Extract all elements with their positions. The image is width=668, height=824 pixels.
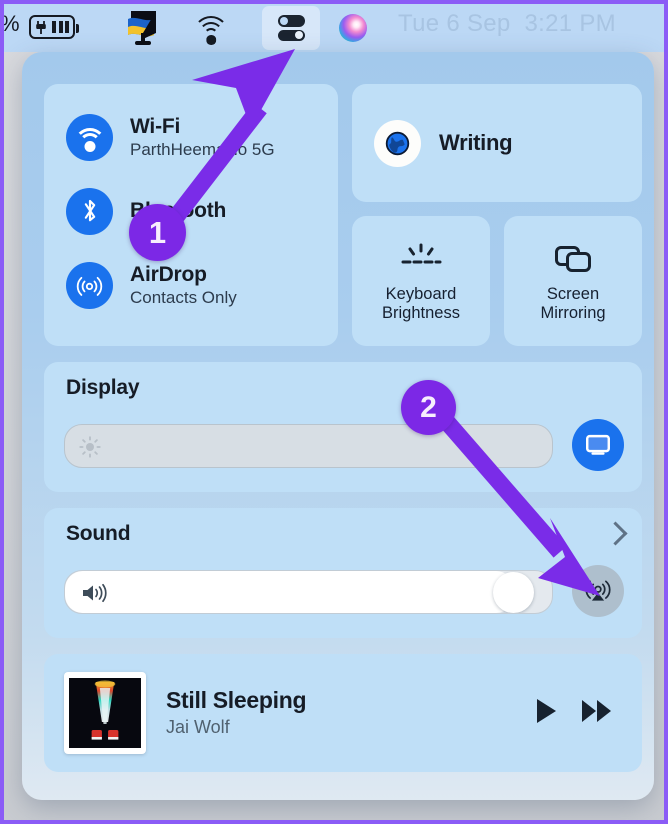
- airdrop-label: AirDrop: [130, 262, 207, 286]
- wifi-icon[interactable]: [66, 113, 113, 161]
- screen-mirroring-tile[interactable]: Screen Mirroring: [504, 216, 642, 346]
- menu-bar: % Tue 6 Sep 3:21 PM: [4, 4, 664, 52]
- badge-number: 1: [148, 214, 167, 250]
- ukraine-flag-display-icon[interactable]: [122, 8, 164, 48]
- battery-percent-text: %: [0, 11, 20, 36]
- brightness-sun-icon: [79, 436, 101, 458]
- album-artwork[interactable]: JAI WOLF: [64, 672, 146, 754]
- keyboard-brightness-icon: [398, 239, 444, 279]
- sound-output-button[interactable]: [572, 565, 624, 617]
- siri-orb-icon[interactable]: [338, 13, 368, 43]
- now-playing-artist: Jai Wolf: [166, 717, 230, 738]
- control-center-toggles-icon[interactable]: [262, 6, 320, 50]
- screen-mirroring-label: Screen Mirroring: [540, 285, 605, 323]
- chevron-right-icon[interactable]: [603, 521, 628, 546]
- sound-slider-knob[interactable]: [493, 572, 535, 613]
- display-brightness-slider[interactable]: [64, 424, 553, 468]
- display-mirroring-button[interactable]: [572, 419, 624, 471]
- annotation-badge-1: 1: [129, 204, 186, 261]
- display-card: Display: [44, 362, 642, 492]
- sound-card: Sound: [44, 508, 642, 638]
- focus-label: Writing: [439, 130, 513, 155]
- sound-volume-slider[interactable]: [64, 570, 553, 614]
- bluetooth-icon[interactable]: [66, 187, 113, 235]
- play-button[interactable]: [534, 697, 558, 730]
- plug-glyph: [35, 21, 47, 34]
- now-playing-title: Still Sleeping: [166, 687, 307, 714]
- airdrop-status: Contacts Only: [130, 287, 237, 307]
- fast-forward-icon: [582, 699, 611, 722]
- speaker-volume-icon: [81, 583, 111, 603]
- tile-label-line2: Mirroring: [540, 304, 606, 322]
- play-icon: [537, 698, 556, 723]
- connectivity-row-bluetooth[interactable]: Bluetooth: [44, 174, 338, 248]
- badge-number: 2: [420, 390, 437, 424]
- connectivity-card: Wi-Fi ParthHeemaJio 5G Bluetooth AirDrop…: [44, 84, 338, 346]
- airdrop-icon[interactable]: [66, 261, 113, 309]
- battery-charging-icon[interactable]: [26, 13, 79, 41]
- now-playing-card: JAI WOLF Still Sleeping Jai Wolf: [44, 654, 642, 772]
- sound-section-title: Sound: [66, 522, 131, 545]
- sound-slider-fill: [65, 571, 514, 613]
- focus-card[interactable]: Writing: [352, 84, 642, 202]
- annotation-badge-2: 2: [401, 380, 456, 435]
- display-monitor-icon: [586, 434, 610, 455]
- keyboard-brightness-label: Keyboard Brightness: [382, 285, 460, 323]
- battery-level-bars: [52, 21, 69, 33]
- wifi-label: Wi-Fi: [130, 114, 181, 138]
- fast-forward-button[interactable]: [580, 698, 614, 729]
- tile-label-line1: Screen: [546, 284, 600, 303]
- wifi-network-name: ParthHeemaJio 5G: [130, 139, 275, 159]
- menubar-clock[interactable]: Tue 6 Sep 3:21 PM: [398, 10, 616, 38]
- display-section-title: Display: [66, 376, 140, 399]
- screen-mirroring-icon: [554, 239, 592, 279]
- connectivity-row-airdrop[interactable]: AirDrop Contacts Only: [44, 248, 338, 322]
- keyboard-brightness-tile[interactable]: Keyboard Brightness: [352, 216, 490, 346]
- control-center-panel: Wi-Fi ParthHeemaJio 5G Bluetooth AirDrop…: [22, 52, 654, 800]
- connectivity-row-wifi[interactable]: Wi-Fi ParthHeemaJio 5G: [44, 100, 338, 174]
- screenshot-root: % Tue 6 Sep 3:21 PM Wi-Fi ParthHeemaJio …: [0, 0, 668, 824]
- globe-focus-icon: [374, 119, 421, 167]
- tile-label-line2: Brightness: [382, 304, 460, 322]
- airplay-audio-icon: [585, 580, 611, 601]
- tile-label-line1: Keyboard: [385, 284, 457, 303]
- wifi-icon[interactable]: [192, 14, 230, 45]
